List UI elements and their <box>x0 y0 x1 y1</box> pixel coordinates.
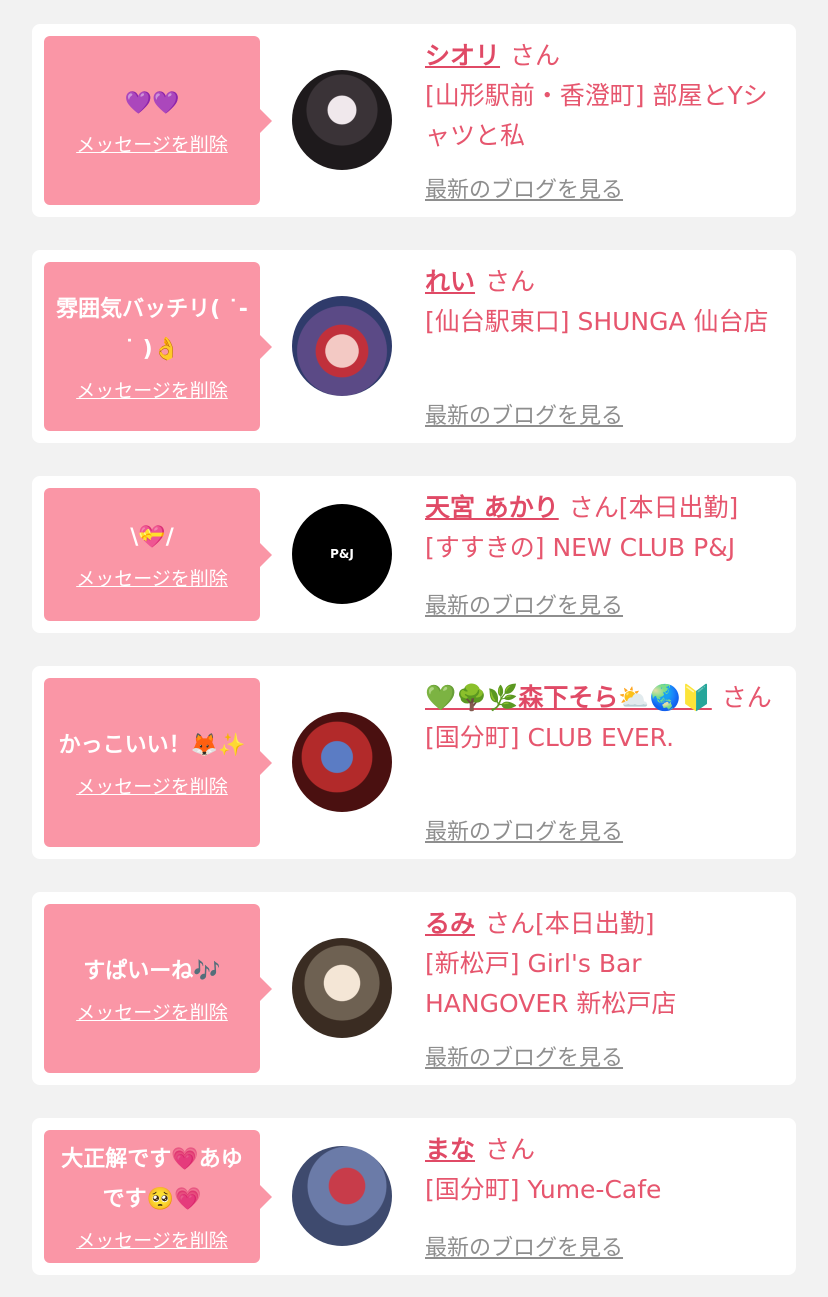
message-bubble: 💜💜 メッセージを削除 <box>44 36 272 205</box>
shop-info: [新松戸] Girl's Bar HANGOVER 新松戸店 <box>425 949 677 1018</box>
message-text: かっこいい！🦊✨ <box>58 733 246 758</box>
sender-name-link[interactable]: シオリ <box>425 41 500 70</box>
avatar-logo-text: P&J <box>330 547 354 561</box>
avatar[interactable] <box>292 296 392 396</box>
message-bubble: すぱいーね🎶 メッセージを削除 <box>44 904 272 1073</box>
delete-message-link[interactable]: メッセージを削除 <box>76 772 228 799</box>
sender-info: まな さん [国分町] Yume-Cafe <box>425 1130 787 1210</box>
message-card: かっこいい！🦊✨ メッセージを削除 💚🌳🌿森下そら⛅🌏🔰 さん [国分町] CLU… <box>32 666 796 859</box>
honorific: さん <box>485 267 536 296</box>
honorific: さん[本日出勤] <box>568 493 739 522</box>
sender-info: るみ さん[本日出勤] [新松戸] Girl's Bar HANGOVER 新松戸… <box>425 904 787 1024</box>
message-card: 💜💜 メッセージを削除 シオリ さん [山形駅前・香澄町] 部屋とYシャツと私 最… <box>32 24 796 217</box>
latest-blog-link[interactable]: 最新のブログを見る <box>425 814 623 846</box>
message-text: 雰囲気バッチリ( ˙-˙ )👌 <box>56 297 248 362</box>
sender-info: れい さん [仙台駅東口] SHUNGA 仙台店 <box>425 262 787 342</box>
sender-name-link[interactable]: 💚🌳🌿森下そら⛅🌏🔰 <box>425 683 712 712</box>
delete-message-link[interactable]: メッセージを削除 <box>76 998 228 1025</box>
latest-blog-link[interactable]: 最新のブログを見る <box>425 398 623 430</box>
sender-info: 💚🌳🌿森下そら⛅🌏🔰 さん [国分町] CLUB EVER. <box>425 678 787 758</box>
message-text: \💝/ <box>130 525 174 550</box>
honorific: さん <box>485 1135 536 1164</box>
honorific: さん <box>510 41 561 70</box>
delete-message-link[interactable]: メッセージを削除 <box>76 130 228 157</box>
message-bubble: \💝/ メッセージを削除 <box>44 488 272 621</box>
avatar[interactable] <box>292 712 392 812</box>
message-bubble: かっこいい！🦊✨ メッセージを削除 <box>44 678 272 847</box>
shop-info: [国分町] CLUB EVER. <box>425 723 675 752</box>
sender-info: シオリ さん [山形駅前・香澄町] 部屋とYシャツと私 <box>425 36 787 156</box>
message-card: \💝/ メッセージを削除 P&J 天宮 あかり さん[本日出勤] [すすきの] N… <box>32 476 796 633</box>
delete-message-link[interactable]: メッセージを削除 <box>76 376 228 403</box>
honorific: さん[本日出勤] <box>485 909 655 938</box>
message-list: 💜💜 メッセージを削除 シオリ さん [山形駅前・香澄町] 部屋とYシャツと私 最… <box>0 0 828 1297</box>
latest-blog-link[interactable]: 最新のブログを見る <box>425 1040 623 1072</box>
avatar[interactable]: P&J <box>292 504 392 604</box>
avatar[interactable] <box>292 938 392 1038</box>
message-text: 大正解です💗あゆです🥺💗 <box>61 1147 243 1212</box>
message-text: 💜💜 <box>124 91 180 116</box>
latest-blog-link[interactable]: 最新のブログを見る <box>425 588 623 620</box>
message-card: 雰囲気バッチリ( ˙-˙ )👌 メッセージを削除 れい さん [仙台駅東口] SH… <box>32 250 796 443</box>
shop-info: [仙台駅東口] SHUNGA 仙台店 <box>425 307 769 336</box>
delete-message-link[interactable]: メッセージを削除 <box>76 564 228 591</box>
message-text: すぱいーね🎶 <box>83 959 221 984</box>
sender-info: 天宮 あかり さん[本日出勤] [すすきの] NEW CLUB P&J <box>425 488 787 568</box>
avatar[interactable] <box>292 70 392 170</box>
avatar[interactable] <box>292 1146 392 1246</box>
shop-info: [すすきの] NEW CLUB P&J <box>425 533 736 562</box>
shop-info: [山形駅前・香澄町] 部屋とYシャツと私 <box>425 81 768 150</box>
message-card: 大正解です💗あゆです🥺💗 メッセージを削除 まな さん [国分町] Yume-Ca… <box>32 1118 796 1275</box>
latest-blog-link[interactable]: 最新のブログを見る <box>425 172 623 204</box>
message-bubble: 大正解です💗あゆです🥺💗 メッセージを削除 <box>44 1130 272 1263</box>
sender-name-link[interactable]: れい <box>425 267 475 296</box>
message-bubble: 雰囲気バッチリ( ˙-˙ )👌 メッセージを削除 <box>44 262 272 431</box>
latest-blog-link[interactable]: 最新のブログを見る <box>425 1230 623 1262</box>
message-card: すぱいーね🎶 メッセージを削除 るみ さん[本日出勤] [新松戸] Girl's … <box>32 892 796 1085</box>
sender-name-link[interactable]: るみ <box>425 909 475 938</box>
honorific: さん <box>721 683 772 712</box>
shop-info: [国分町] Yume-Cafe <box>425 1175 662 1204</box>
sender-name-link[interactable]: まな <box>425 1135 475 1164</box>
sender-name-link[interactable]: 天宮 あかり <box>425 493 559 522</box>
delete-message-link[interactable]: メッセージを削除 <box>76 1226 228 1253</box>
